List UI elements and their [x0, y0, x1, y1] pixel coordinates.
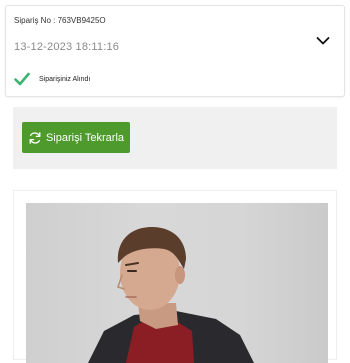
- product-photo[interactable]: [26, 203, 328, 363]
- reorder-button[interactable]: Siparişi Tekrarla: [22, 122, 130, 153]
- product-card: [13, 190, 337, 363]
- reorder-panel: Siparişi Tekrarla: [13, 107, 337, 169]
- check-icon: [14, 72, 30, 86]
- order-card: Sipariş No : 763VB9425O 13-12-2023 18:11…: [5, 5, 345, 97]
- status-text: Siparişiniz Alındı: [39, 75, 91, 83]
- order-number: Sipariş No : 763VB9425O: [14, 16, 106, 25]
- reorder-button-label: Siparişi Tekrarla: [45, 131, 125, 144]
- refresh-icon: [28, 131, 42, 145]
- order-status: Siparişiniz Alındı: [14, 72, 90, 86]
- order-date: 13-12-2023 18:11:16: [14, 41, 120, 53]
- chevron-down-icon[interactable]: [316, 36, 330, 46]
